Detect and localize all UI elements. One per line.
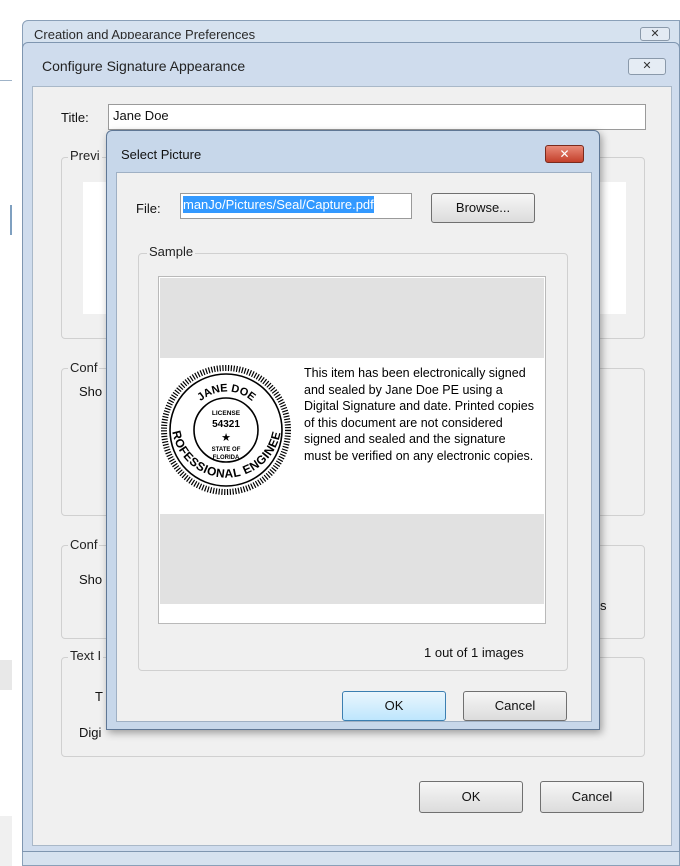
sample-background <box>160 278 544 358</box>
close-button[interactable]: ✕ <box>628 58 666 75</box>
text-direction-label: T <box>95 689 103 704</box>
seal-license-label: LICENSE <box>212 410 241 417</box>
digits-label: Digi <box>79 725 102 740</box>
background-edge <box>0 80 12 81</box>
sample-group-label: Sample <box>147 244 196 259</box>
cancel-button[interactable]: Cancel <box>540 781 644 813</box>
close-icon: ✕ <box>559 147 570 161</box>
show-graphic-label: Sho <box>79 384 103 399</box>
close-button[interactable]: ✕ <box>640 27 670 41</box>
text-properties-label: Text I <box>68 648 104 663</box>
image-count-label: 1 out of 1 images <box>424 645 524 660</box>
preview-area <box>596 182 626 314</box>
configure-text-label: Conf <box>68 537 100 552</box>
seal-state-of: STATE OF <box>212 447 241 453</box>
ok-button[interactable]: OK <box>419 781 523 813</box>
seal-license-number: 54321 <box>212 419 240 430</box>
close-icon: ✕ <box>650 28 660 40</box>
configure-graphic-label: Conf <box>68 360 100 375</box>
background-edge <box>0 660 12 690</box>
ok-button[interactable]: OK <box>342 691 446 721</box>
star-icon: ★ <box>221 431 231 444</box>
show-text-label: Sho <box>79 572 103 587</box>
seal-name-text: JANE DOE <box>195 382 257 403</box>
creation-preferences-title: Creation and Appearance Preferences <box>34 27 256 39</box>
file-label: File: <box>136 201 161 216</box>
cancel-button[interactable]: Cancel <box>463 691 567 721</box>
file-path-input[interactable]: manJo/Pictures/Seal/Capture.pdf <box>180 193 412 219</box>
title-input[interactable]: Jane Doe <box>108 104 646 130</box>
preview-group-label: Previ <box>68 148 102 163</box>
certification-text: This item has been electronically signed… <box>304 366 535 463</box>
close-button[interactable]: ✕ <box>545 145 584 163</box>
configure-signature-title: Configure Signature Appearance <box>42 58 246 74</box>
select-picture-title: Select Picture <box>121 147 202 162</box>
close-icon: ✕ <box>642 60 652 72</box>
svg-text:JANE DOE: JANE DOE <box>195 382 257 403</box>
sample-background <box>160 514 544 604</box>
engineer-seal-image: JANE DOE PROFESSIONAL ENGINEER LICENSE 5… <box>160 355 291 495</box>
seal-state: FLORIDA <box>213 455 240 461</box>
title-label: Title: <box>61 110 89 125</box>
browse-button[interactable]: Browse... <box>431 193 535 223</box>
background-edge <box>10 205 12 235</box>
show-text-option-partial: s <box>600 598 607 613</box>
background-edge <box>0 816 12 866</box>
file-path-value: manJo/Pictures/Seal/Capture.pdf <box>183 196 374 213</box>
